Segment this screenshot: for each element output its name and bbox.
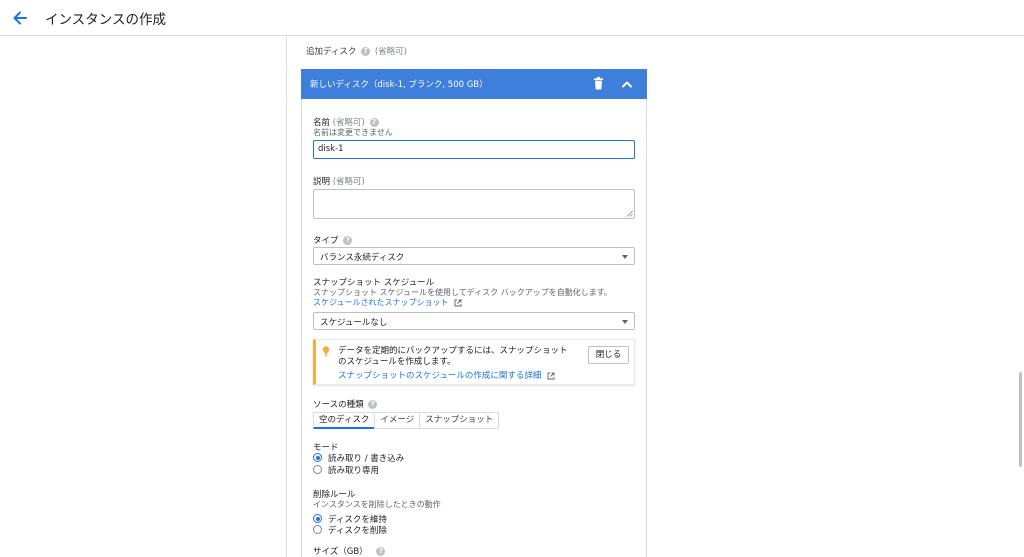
source-type-label: ソースの種類 ? bbox=[313, 398, 379, 410]
external-link-icon bbox=[454, 299, 462, 306]
disk-card-header[interactable]: 新しいディスク（disk-1, ブランク, 500 GB） bbox=[301, 69, 647, 99]
snapshot-schedule-details-link[interactable]: スナップショットのスケジュールの作成に関する詳細 bbox=[338, 371, 541, 381]
scheduled-snapshots-link-row: スケジュールされたスナップショット bbox=[313, 297, 462, 308]
trash-icon[interactable] bbox=[593, 77, 604, 90]
size-label: サイズ（GB） ? bbox=[313, 545, 387, 557]
resize-grip-icon[interactable] bbox=[626, 210, 633, 217]
tab-image[interactable]: イメージ bbox=[374, 412, 421, 429]
tab-blank-disk[interactable]: 空のディスク bbox=[313, 412, 376, 429]
notice-text: データを定期的にバックアップするには、スナップショットのスケジュールを作成します… bbox=[338, 346, 568, 367]
radio-label: 読み取り / 書き込み bbox=[328, 454, 405, 464]
name-hint: 名前は変更できません bbox=[313, 128, 393, 137]
description-textarea[interactable] bbox=[313, 189, 635, 219]
help-icon[interactable]: ? bbox=[343, 236, 353, 245]
radio-button[interactable] bbox=[313, 525, 322, 534]
name-input-value: disk-1 bbox=[318, 144, 344, 154]
disk-card-title: 新しいディスク（disk-1, ブランク, 500 GB） bbox=[310, 80, 488, 90]
name-input[interactable]: disk-1 bbox=[313, 140, 635, 159]
left-pane bbox=[0, 36, 287, 557]
notice-link-row: スナップショットのスケジュールの作成に関する詳細 bbox=[338, 369, 555, 381]
type-selected-value: バランス永続ディスク bbox=[320, 253, 405, 263]
type-label-text: タイプ bbox=[313, 236, 339, 246]
dropdown-caret-icon bbox=[622, 255, 628, 259]
tab-snapshot[interactable]: スナップショット bbox=[419, 412, 500, 429]
scheduled-snapshots-link[interactable]: スケジュールされたスナップショット bbox=[313, 298, 448, 307]
type-label: タイプ ? bbox=[313, 234, 354, 246]
radio-button[interactable] bbox=[313, 453, 322, 462]
size-label-text: サイズ（GB） bbox=[313, 547, 368, 557]
close-notice-button[interactable]: 閉じる bbox=[588, 346, 629, 364]
lightbulb-icon bbox=[322, 346, 330, 357]
snapshot-schedule-selected-value: スケジュールなし bbox=[320, 318, 388, 328]
source-type-label-text: ソースの種類 bbox=[313, 400, 364, 410]
radio-label: ディスクを削除 bbox=[328, 526, 387, 536]
section-title-text: 追加ディスク bbox=[306, 47, 357, 57]
scrollbar-thumb[interactable] bbox=[1019, 372, 1022, 467]
external-link-icon bbox=[547, 372, 555, 379]
optional-tag: (省略可) bbox=[332, 177, 365, 187]
page-title: インスタンスの作成 bbox=[45, 12, 166, 28]
help-icon[interactable]: ? bbox=[376, 547, 386, 556]
help-icon[interactable]: ? bbox=[369, 118, 379, 127]
description-label: 説明 (省略可) bbox=[313, 175, 365, 187]
back-arrow-icon[interactable] bbox=[10, 8, 30, 28]
help-icon[interactable]: ? bbox=[368, 400, 378, 409]
source-type-tabs: 空のディスク イメージ スナップショット bbox=[313, 412, 500, 429]
radio-button[interactable] bbox=[313, 514, 322, 523]
help-icon[interactable]: ? bbox=[361, 47, 371, 56]
optional-tag: (省略可) bbox=[374, 47, 407, 57]
section-title: 追加ディスク ? (省略可) bbox=[306, 45, 407, 57]
type-select[interactable]: バランス永続ディスク bbox=[313, 247, 635, 265]
radio-label: 読み取り専用 bbox=[328, 466, 380, 476]
description-label-text: 説明 bbox=[313, 177, 331, 187]
radio-button[interactable] bbox=[313, 465, 322, 474]
top-bar: インスタンスの作成 bbox=[0, 0, 1024, 36]
chevron-up-icon[interactable] bbox=[620, 77, 634, 91]
snapshot-notice: データを定期的にバックアップするには、スナップショットのスケジュールを作成します… bbox=[313, 339, 635, 385]
dropdown-caret-icon bbox=[622, 320, 628, 324]
deletion-rule-hint: インスタンスを削除したときの動作 bbox=[313, 500, 441, 509]
snapshot-schedule-select[interactable]: スケジュールなし bbox=[313, 312, 635, 330]
